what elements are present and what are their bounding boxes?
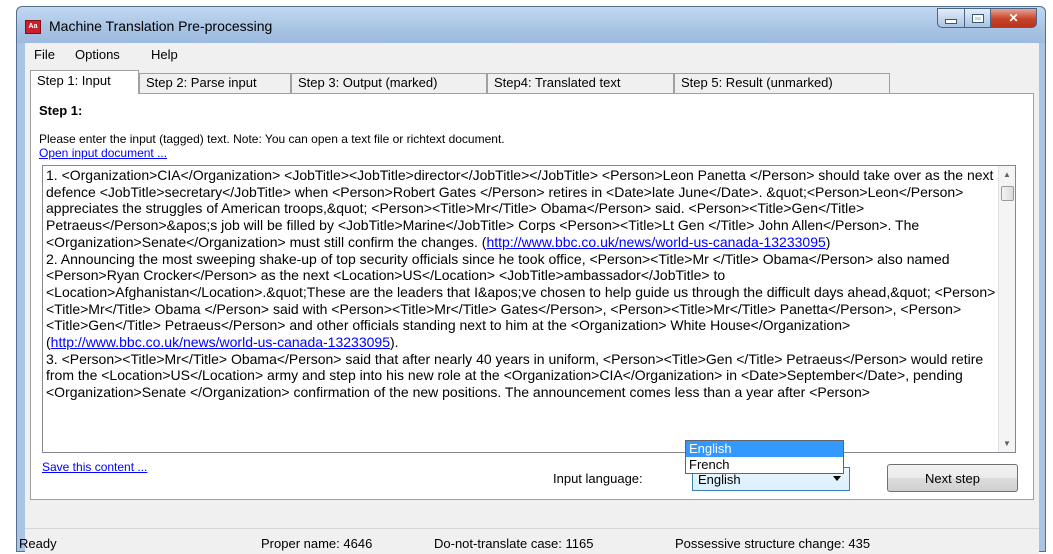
maximize-icon	[971, 13, 984, 23]
tab-step3-output-marked[interactable]: Step 3: Output (marked)	[291, 73, 487, 93]
client-area: File Options Help Step 1: Input Step 2: …	[19, 43, 1039, 554]
editor-text-run: ) 2. Announcing the most sweeping shake-…	[46, 233, 996, 351]
editor-scrollbar[interactable]: ▲ ▼	[998, 166, 1015, 452]
scroll-down-icon[interactable]: ▼	[999, 435, 1015, 452]
input-text-content[interactable]: 1. <Organization>CIA</Organization> <Job…	[46, 167, 996, 401]
input-text-editor[interactable]: 1. <Organization>CIA</Organization> <Job…	[42, 165, 1016, 453]
tab-step5-result-unmarked[interactable]: Step 5: Result (unmarked)	[674, 73, 890, 93]
step-heading: Step 1:	[39, 103, 83, 118]
menu-file[interactable]: File	[34, 47, 55, 62]
language-dropdown-list[interactable]: English French	[685, 440, 844, 474]
tab-step1-input[interactable]: Step 1: Input	[30, 70, 139, 94]
scroll-thumb[interactable]	[1001, 186, 1014, 201]
menu-bar: File Options Help	[25, 43, 1039, 65]
status-proper-name: Proper name: 4646	[261, 536, 373, 551]
tab-step4-translated-text[interactable]: Step4: Translated text	[487, 73, 674, 93]
language-option-english[interactable]: English	[686, 441, 843, 457]
status-possessive: Possessive structure change: 435	[675, 536, 871, 551]
chevron-down-icon	[833, 476, 841, 481]
close-button[interactable]: ✕	[990, 8, 1037, 28]
status-bar: Ready Proper name: 4646 Do-not-translate…	[19, 528, 1039, 554]
app-icon: Aa	[25, 20, 41, 34]
status-do-not-translate: Do-not-translate case: 1165	[434, 536, 594, 551]
scroll-up-icon[interactable]: ▲	[999, 166, 1015, 183]
caption-buttons: ✕	[937, 8, 1037, 28]
tab-step2-parse-input[interactable]: Step 2: Parse input	[139, 73, 291, 93]
input-language-label: Input language:	[553, 471, 643, 486]
status-ready: Ready	[19, 536, 57, 551]
maximize-button[interactable]	[964, 8, 990, 28]
source-url-link[interactable]: http://www.bbc.co.uk/news/world-us-canad…	[486, 234, 825, 250]
minimize-icon	[945, 18, 957, 24]
source-url-link[interactable]: http://www.bbc.co.uk/news/world-us-canad…	[51, 334, 390, 350]
instructions-text: Please enter the input (tagged) text. No…	[39, 132, 505, 146]
title-bar[interactable]: Aa Machine Translation Pre-processing ✕	[17, 7, 1045, 43]
selected-language: English	[698, 472, 741, 487]
save-content-link[interactable]: Save this content ...	[42, 460, 147, 474]
menu-options[interactable]: Options	[75, 47, 120, 62]
app-window: Aa Machine Translation Pre-processing ✕ …	[16, 6, 1046, 554]
minimize-button[interactable]	[937, 8, 964, 28]
next-step-button[interactable]: Next step	[887, 464, 1018, 492]
close-icon: ✕	[1008, 11, 1019, 25]
language-option-french[interactable]: French	[686, 457, 843, 473]
open-input-document-link[interactable]: Open input document ...	[39, 146, 167, 160]
window-title: Machine Translation Pre-processing	[49, 18, 273, 34]
menu-help[interactable]: Help	[151, 47, 178, 62]
step1-panel: Step 1: Please enter the input (tagged) …	[30, 93, 1034, 500]
